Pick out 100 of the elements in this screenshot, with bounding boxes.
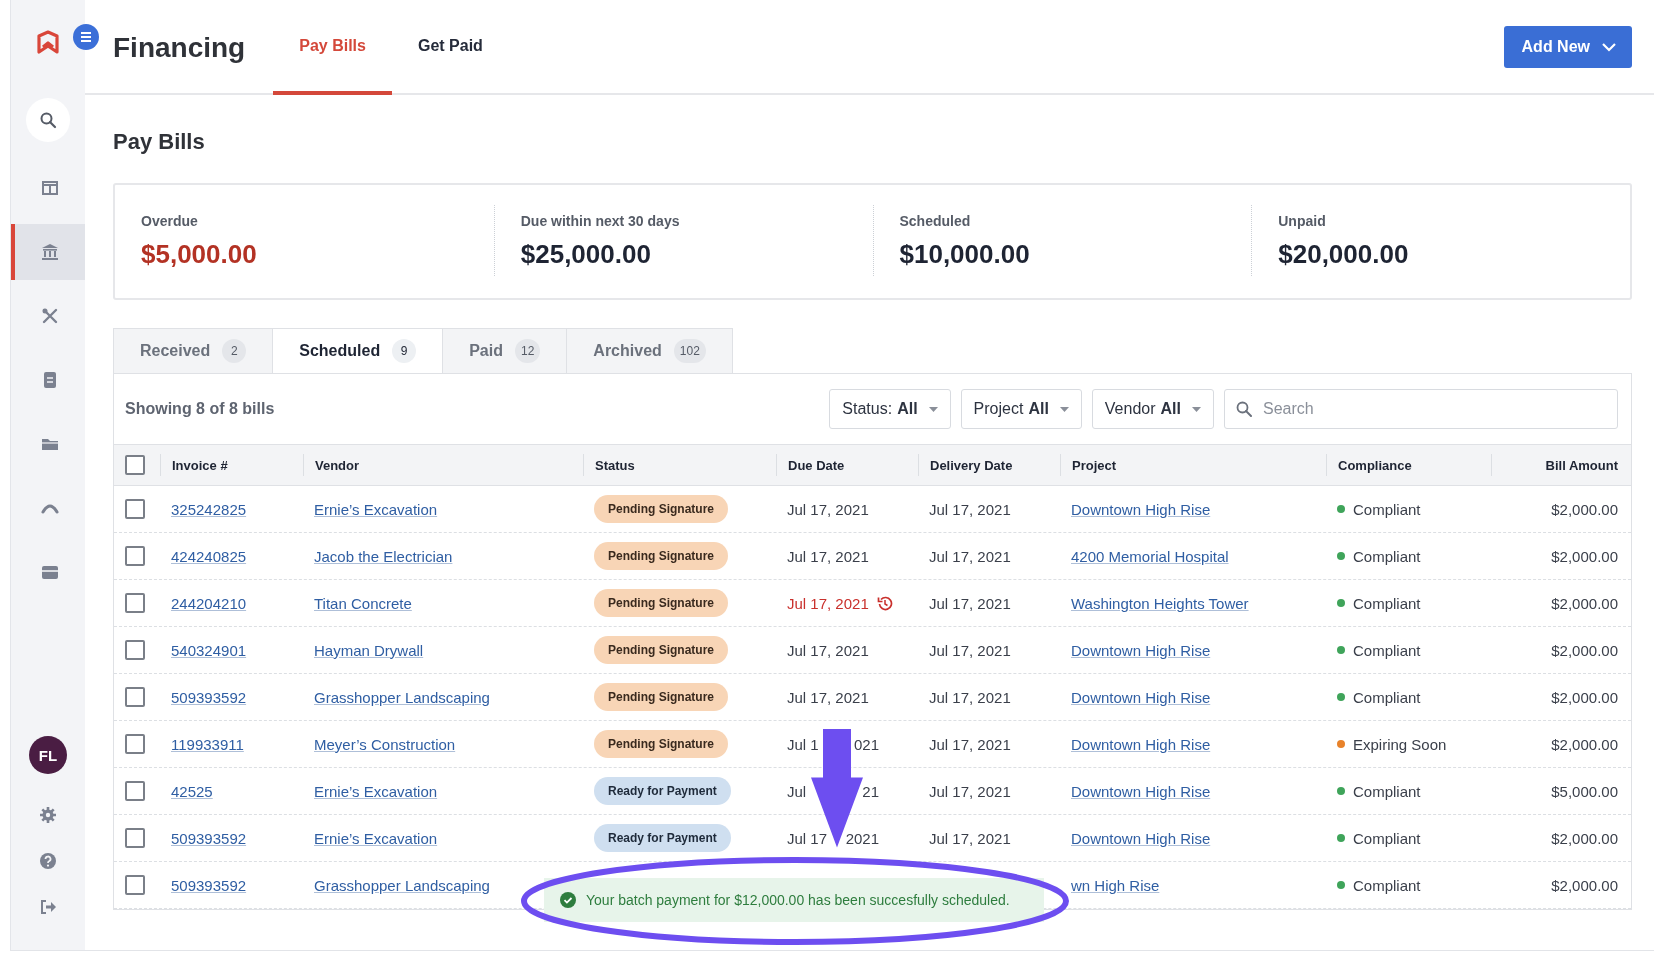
nav-tab[interactable]: Get Paid [391,10,509,95]
filter-dropdown[interactable]: Project All [960,389,1082,429]
logout-icon[interactable] [39,898,57,916]
tab[interactable]: Scheduled 9 [273,328,444,373]
checkbox[interactable] [125,640,145,660]
tray-icon [41,563,59,581]
delivery-date: Jul 17, 2021 [929,500,1011,518]
settings-icon[interactable] [39,806,57,824]
column-header[interactable]: Due Date [788,457,845,473]
compliance-status: Compliant [1353,594,1421,612]
column-header[interactable]: Bill Amount [1545,457,1618,473]
project-link[interactable]: wn High Rise [1071,876,1160,894]
vendor-link[interactable]: Grasshopper Landscaping [314,876,490,894]
due-date: 021 [853,735,879,753]
sidebar-item[interactable] [26,98,70,142]
bill-amount: $2,000.00 [1551,547,1618,565]
status-pill: Pending Signature [594,495,728,523]
vendor-link[interactable]: Hayman Drywall [314,641,424,659]
checkbox[interactable] [125,455,145,475]
bill-amount: $2,000.00 [1551,829,1618,847]
sidebar-item[interactable] [11,224,85,280]
column-header[interactable]: Status [595,457,635,473]
add-new-button[interactable]: Add New [1503,25,1632,68]
compliance-status: Compliant [1353,876,1421,894]
menu-icon[interactable] [73,24,99,50]
project-link[interactable]: Downtown High Rise [1071,688,1211,706]
project-link[interactable]: Downtown High Rise [1071,829,1211,847]
checkbox[interactable] [125,781,145,801]
delivery-date: Jul 17, 2021 [929,641,1011,659]
due-date: Jul 17, 2021 [787,641,869,659]
logo-icon[interactable] [36,30,60,54]
vendor-link[interactable]: Jacob the Electrician [314,547,453,565]
vendor-link[interactable]: Ernie’s Excavation [314,829,438,847]
invoice-link[interactable]: 424240825 [171,547,247,565]
caret-icon [1192,406,1201,412]
toast-message: Your batch payment for $12,000.00 has been succesfully scheduled. [586,892,1010,908]
column-header[interactable]: Vendor [315,457,360,473]
summary-label: Due within next 30 days [520,213,681,229]
invoice-link[interactable]: 509393592 [171,876,247,894]
status-pill: Pending Signature [594,683,728,711]
checkbox[interactable] [125,875,145,895]
invoice-link[interactable]: 325242825 [171,500,247,518]
column-header[interactable]: Compliance [1338,457,1412,473]
summary-amount: $10,000.00 [899,239,1031,270]
due-date: Jul [787,782,807,800]
project-link[interactable]: Washington Heights Tower [1071,594,1249,612]
invoice-link[interactable]: 119933911 [171,735,244,753]
column-header[interactable]: Invoice # [172,457,228,473]
due-date: Jul 17, 2021 [787,594,869,612]
summary-label: Overdue [141,213,199,229]
project-link[interactable]: Downtown High Rise [1071,735,1211,753]
summary-amount: $20,000.00 [1278,239,1410,270]
project-link[interactable]: 4200 Memorial Hospital [1071,547,1229,565]
tab[interactable]: Paid 12 [443,328,568,373]
compliance-status: Compliant [1353,829,1421,847]
filter-dropdown[interactable]: Status: All [829,389,951,429]
invoice-link[interactable]: 42525 [171,782,213,800]
compliance-status: Compliant [1353,547,1421,565]
checkbox[interactable] [125,687,145,707]
avatar[interactable]: FL [29,736,67,774]
due-date: Jul 17, 2021 [787,547,869,565]
invoice-link[interactable]: 509393592 [171,829,247,847]
column-header[interactable]: Project [1072,457,1117,473]
bill-amount: $2,000.00 [1551,876,1618,894]
delivery-date: Jul 17, 2021 [929,594,1011,612]
summary-amount: $5,000.00 [141,239,258,270]
checkbox[interactable] [125,499,145,519]
invoice-link[interactable]: 509393592 [171,688,247,706]
delivery-date: Jul 17, 2021 [929,688,1011,706]
vendor-link[interactable]: Ernie’s Excavation [314,782,438,800]
project-link[interactable]: Downtown High Rise [1071,782,1211,800]
tab[interactable]: Archived 102 [567,328,733,373]
count-badge: 12 [514,339,541,363]
vendor-link[interactable]: Meyer’s Construction [314,735,456,753]
nav-tab[interactable]: Pay Bills [273,10,392,95]
results-count: Showing 8 of 8 bills [125,400,275,418]
chevron-down-icon [1602,41,1616,52]
summary-label: Unpaid [1278,213,1327,229]
project-link[interactable]: Downtown High Rise [1071,500,1211,518]
tab[interactable]: Received 2 [113,328,274,373]
vendor-link[interactable]: Ernie’s Excavation [314,500,438,518]
project-link[interactable]: Downtown High Rise [1071,641,1211,659]
due-date: Jul 17, 2021 [787,688,869,706]
delivery-date: Jul 17, 2021 [929,829,1011,847]
checkbox[interactable] [125,593,145,613]
history-icon [876,595,893,611]
column-header[interactable]: Delivery Date [930,457,1013,473]
filter-dropdown[interactable]: Vendor All [1091,389,1214,429]
checkbox[interactable] [125,734,145,754]
help-icon[interactable] [39,852,57,870]
checkbox[interactable] [125,828,145,848]
checkbox[interactable] [125,546,145,566]
vendor-link[interactable]: Titan Concrete [314,594,412,612]
invoice-link[interactable]: 540324901 [171,641,247,659]
compliance-status: Compliant [1353,782,1421,800]
search-field[interactable]: Search [1224,389,1618,429]
invoice-link[interactable]: 244204210 [171,594,247,612]
compliance-status: Compliant [1353,688,1421,706]
app-title: Financing [113,31,246,64]
vendor-link[interactable]: Grasshopper Landscaping [314,688,490,706]
